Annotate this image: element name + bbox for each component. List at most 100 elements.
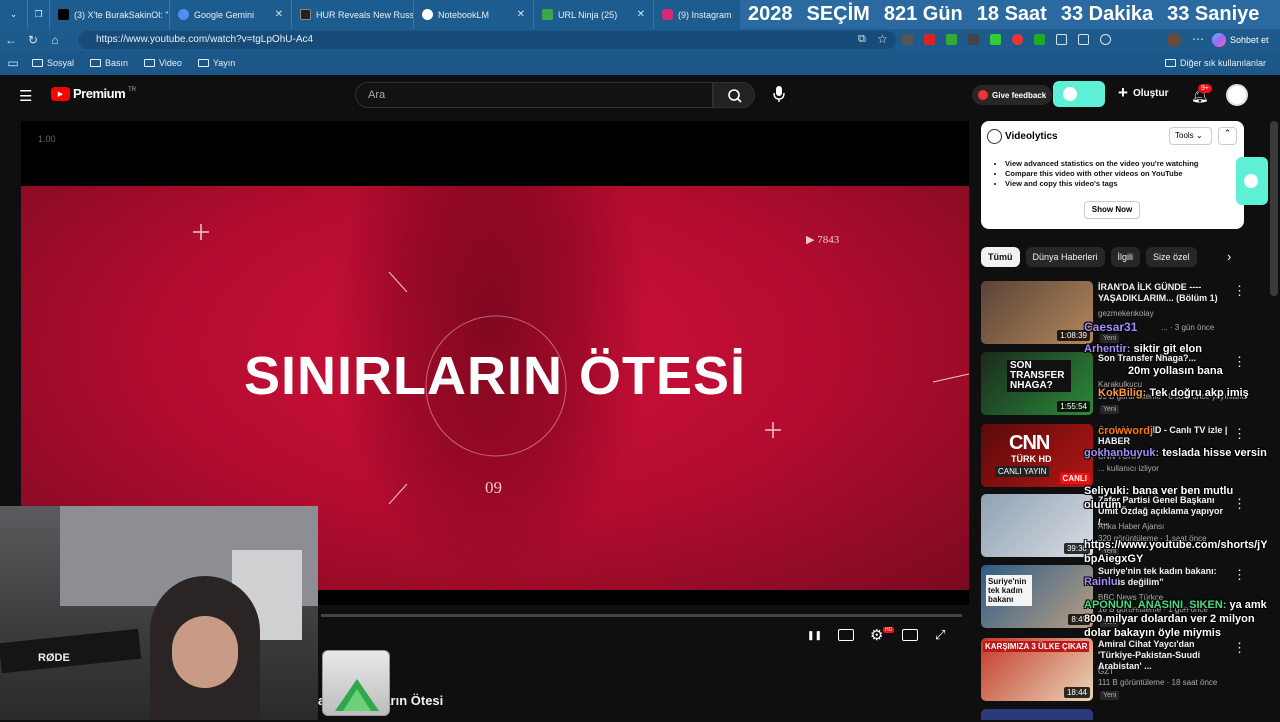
new-badge: Yeni (1100, 691, 1120, 700)
gemini-icon (178, 9, 189, 20)
video-thumbnail[interactable]: CNN TÜRK HD CANLI YAYIN CANLI (981, 424, 1093, 487)
notification-count-badge: 9+ (1198, 84, 1212, 93)
create-button[interactable]: + Oluştur (1118, 84, 1169, 101)
workspaces-button[interactable]: ❐ (28, 0, 50, 29)
extension-toggle-button[interactable] (1053, 81, 1105, 107)
close-icon[interactable]: ✕ (517, 9, 525, 20)
favorite-star-icon[interactable]: ☆ (877, 32, 888, 46)
video-thumbnail[interactable]: 1:08:39 (981, 281, 1093, 344)
close-icon[interactable]: ✕ (637, 9, 645, 20)
thumbnail-text: TÜRK HD (1011, 454, 1052, 464)
extension-icon[interactable] (1012, 34, 1023, 45)
extension-icon[interactable] (990, 34, 1001, 45)
jar-contents-icon (335, 679, 379, 711)
reload-icon[interactable]: ↻ (22, 33, 44, 47)
collapse-button[interactable]: ⌃ (1218, 127, 1237, 145)
extension-icon[interactable] (924, 34, 935, 45)
sidebar-toggle-icon[interactable] (1056, 34, 1067, 45)
search-input[interactable]: Ara (355, 82, 713, 108)
hd-badge-icon: HD (883, 627, 895, 633)
list-item[interactable]: 1:08:39 İRAN'DA İLK GÜNDE ---- YAŞADIKLA… (981, 281, 1246, 345)
chat-message: gokhanbuyuk: teslada hisse versin (1084, 447, 1267, 459)
video-title-link[interactable]: Amiral Cihat Yaycı'dan 'Türkiye-Pakistan… (1098, 639, 1228, 672)
folder-icon (32, 59, 43, 67)
theater-mode-icon[interactable] (902, 629, 918, 641)
more-actions-icon[interactable]: ⋮ (1233, 354, 1246, 370)
mic-brand-label: RØDE (38, 652, 70, 664)
browser-tab[interactable]: URL Ninja (25) ✕ (534, 0, 654, 29)
extension-icon[interactable] (968, 34, 979, 45)
streamer-webcam: RØDE (0, 506, 318, 720)
chip-for-you[interactable]: Size özel (1146, 247, 1197, 267)
profile-avatar[interactable] (1167, 33, 1181, 47)
tools-dropdown[interactable]: Tools ⌄ (1169, 127, 1212, 145)
chip-related[interactable]: İlgili (1110, 247, 1141, 267)
more-actions-icon[interactable]: ⋮ (1233, 426, 1246, 442)
video-thumbnail[interactable]: KARŞIMIZA 3 ÜLKE ÇIKAR 18:44 (981, 638, 1093, 701)
video-thumbnail[interactable]: SON TRANSFER NHAGA? 1:55:54 (981, 352, 1093, 415)
chip-world-news[interactable]: Dünya Haberleri (1025, 247, 1105, 267)
bookmark-folder[interactable]: Video (136, 58, 190, 68)
thumbnail-text: Suriye'nin tek kadın bakanı (986, 575, 1032, 606)
more-actions-icon[interactable]: ⋮ (1233, 567, 1246, 583)
voice-search-button[interactable] (770, 84, 788, 104)
chip-next-icon[interactable]: › (1227, 249, 1231, 264)
video-thumbnail[interactable]: 39:30 (981, 494, 1093, 557)
chip-all[interactable]: Tümü (981, 247, 1020, 267)
account-avatar[interactable] (1226, 84, 1248, 106)
close-icon[interactable]: ✕ (275, 9, 283, 20)
bookmark-folder[interactable]: Sosyal (24, 58, 82, 68)
bookmark-folder[interactable]: Basın (82, 58, 136, 68)
tab-list-button[interactable]: ⌄ (0, 0, 28, 29)
video-overlay-title: SINIRLARIN ÖTESİ (243, 346, 747, 406)
chevron-down-icon: ⌄ (9, 9, 18, 19)
folder-icon (144, 59, 156, 67)
channel-name[interactable]: gezmekenkolay (1098, 309, 1154, 318)
extension-icon[interactable] (902, 34, 913, 45)
other-bookmarks-folder[interactable]: Diğer sık kullanılanlar (1157, 58, 1274, 68)
pause-icon[interactable]: ❚❚ (807, 630, 822, 641)
back-icon[interactable]: ← (0, 33, 22, 47)
give-feedback-button[interactable]: Give feedback (972, 85, 1053, 105)
subtitles-icon[interactable] (838, 629, 854, 641)
favorites-icon[interactable] (1100, 34, 1111, 45)
video-thumbnail[interactable] (981, 709, 1093, 720)
extension-icon[interactable] (1034, 34, 1045, 45)
microphone-arm (0, 628, 142, 674)
floating-extension-button[interactable] (1236, 157, 1268, 205)
browser-tab[interactable]: HUR Reveals New Russ✕ (292, 0, 414, 29)
hamburger-menu-icon[interactable]: ☰ (19, 87, 32, 105)
fullscreen-icon[interactable]: ⤢ (935, 627, 945, 643)
site-icon (300, 9, 311, 20)
video-thumbnail[interactable]: Suriye'nin tek kadın bakanı 8:49 (981, 565, 1093, 628)
more-actions-icon[interactable]: ⋮ (1233, 640, 1246, 656)
extension-icon[interactable] (946, 34, 957, 45)
browser-tab[interactable]: (3) X'te BurakSakinOl: "✕ (50, 0, 170, 29)
home-icon[interactable]: ⌂ (44, 33, 66, 47)
progress-bar[interactable] (321, 614, 962, 617)
settings-gear-icon[interactable]: ⚙ (870, 626, 883, 644)
browser-tab[interactable]: NotebookLM ✕ (414, 0, 534, 29)
browser-tab[interactable]: Google Gemini ✕ (170, 0, 292, 29)
channel-name[interactable]: Anka Haber Ajansı (1098, 522, 1164, 531)
bookmark-list-icon[interactable]: ▭ (2, 56, 24, 70)
search-button[interactable] (713, 82, 755, 108)
youtube-logo[interactable]: ▶ Premium TR (51, 86, 136, 101)
copilot-chat-button[interactable]: Sohbet et (1212, 31, 1269, 49)
show-now-button[interactable]: Show Now (1084, 201, 1140, 219)
list-item[interactable]: KARŞIMIZA 3 ÜLKE ÇIKAR 18:44 Amiral Ciha… (981, 638, 1246, 702)
browser-tab[interactable]: (9) Instagram (654, 0, 740, 29)
folder-icon (1164, 59, 1176, 67)
list-item[interactable]: SON TRANSFER NHAGA? 1:55:54 Son Transfer… (981, 352, 1248, 416)
url-field[interactable]: https://www.youtube.com/watch?v=tgLpOhU-… (78, 31, 896, 49)
channel-name[interactable]: GZT (1098, 667, 1114, 676)
more-actions-icon[interactable]: ⋮ (1233, 283, 1246, 299)
video-title-link[interactable]: İRAN'DA İLK GÜNDE ---- YAŞADIKLARIM... (… (1098, 282, 1228, 304)
bookmark-folder[interactable]: Yayın (190, 58, 243, 68)
scrollbar-thumb[interactable] (1270, 121, 1278, 296)
extensions-bar (902, 34, 1152, 46)
chat-message: KokBilig: Tek doğru akp imiş (1098, 387, 1249, 399)
split-view-icon[interactable]: ⧉ (858, 33, 866, 46)
puzzle-icon[interactable] (1078, 34, 1089, 45)
more-menu-icon[interactable]: ⋯ (1192, 32, 1204, 46)
